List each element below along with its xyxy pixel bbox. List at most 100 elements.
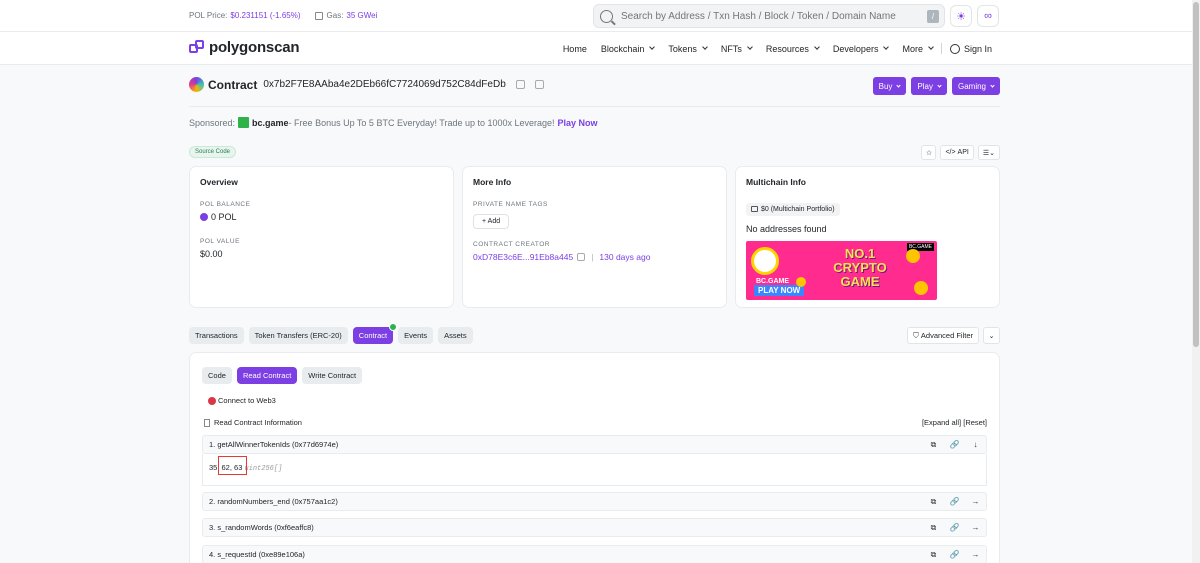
favorite-button[interactable]: ☆ (921, 145, 937, 160)
pol-value-value: $0.00 (200, 249, 223, 259)
nav-nfts[interactable]: NFTs (721, 44, 753, 54)
divider (189, 106, 1000, 107)
address-tabs: Transactions Token Transfers (ERC-20) Co… (189, 323, 478, 344)
chevron-down-icon (896, 82, 902, 88)
copy-icon[interactable] (577, 253, 586, 261)
theme-toggle-button[interactable]: ☀ (950, 5, 972, 27)
link-icon[interactable]: 🔗 (950, 440, 960, 449)
network-switch-button[interactable]: ∞ (977, 5, 999, 27)
search-box[interactable]: / (593, 4, 945, 28)
subtab-read-contract[interactable]: Read Contract (236, 367, 298, 384)
tab-transactions[interactable]: Transactions (189, 327, 244, 344)
buy-button[interactable]: Buy (872, 77, 907, 95)
read-contract-info: Read Contract Information (204, 418, 302, 427)
contract-creator-label: CONTRACT CREATOR (473, 241, 550, 248)
arrow-right-icon[interactable]: → (971, 523, 980, 532)
arrow-down-icon[interactable]: ↓ (971, 440, 980, 449)
logo[interactable]: polygonscan (189, 39, 300, 56)
sponsored-banner: Sponsored: bc.game - Free Bonus Up To 5 … (189, 117, 598, 128)
contract-creator: 0xD78E3c6E...91Eb8a445 | 130 days ago (473, 252, 716, 262)
coin-icon (796, 276, 806, 287)
coin-icon (914, 280, 928, 295)
chevron-down-icon (747, 44, 753, 50)
expand-reset-links[interactable]: [Expand all] [Reset] (922, 418, 987, 427)
creator-tx-link[interactable]: 130 days ago (599, 252, 650, 262)
play-button[interactable]: Play (911, 77, 947, 95)
copy-icon[interactable]: ⧉ (929, 523, 938, 532)
chevron-down-icon: ⌄ (989, 149, 995, 157)
copy-icon[interactable]: ⧉ (929, 497, 938, 506)
filter-more-button[interactable]: ⌄ (983, 327, 1000, 344)
highlight-box (218, 456, 247, 475)
chevron-down-icon (937, 82, 942, 88)
bc-game-icon (238, 117, 250, 128)
function-name: 2. randomNumbers_end (0x757aa1c2) (209, 497, 338, 506)
code-icon: </> (945, 149, 958, 156)
subtab-code[interactable]: Code (202, 367, 232, 384)
source-code-badge[interactable]: Source Code (189, 146, 237, 158)
link-icon[interactable]: 🔗 (950, 497, 960, 506)
qr-code-icon[interactable] (534, 80, 544, 89)
sponsored-brand[interactable]: bc.game (252, 118, 289, 128)
api-button[interactable]: </> API (940, 145, 974, 160)
function-row[interactable]: 3. s_randomWords (0xf6eaffc8) ⧉ 🔗 → (202, 518, 987, 537)
function-row[interactable]: 1. getAllWinnerTokenIds (0x77d6974e) ⧉ 🔗 ↓ (202, 435, 987, 454)
sun-icon: ☀ (956, 10, 966, 23)
pol-balance-label: POL BALANCE (200, 201, 251, 208)
multichain-portfolio-button[interactable]: $0 (Multichain Portfolio) (746, 202, 840, 216)
copy-icon[interactable]: ⧉ (929, 440, 938, 449)
gas-pump-icon (314, 11, 323, 20)
bc-game-ad-banner[interactable]: BC.GAME PLAY NOW NO.1 CRYPTO GAME BC.GAM… (746, 240, 937, 300)
nav-blockchain[interactable]: Blockchain (601, 44, 656, 54)
multichain-title: Multichain Info (746, 177, 806, 187)
document-icon (204, 418, 210, 427)
function-row[interactable]: 4. s_requestId (0xe89e106a) ⧉ 🔗 → (202, 545, 987, 563)
copy-icon[interactable] (515, 80, 525, 89)
chevron-down-icon (649, 44, 656, 50)
arrow-right-icon[interactable]: → (971, 497, 980, 506)
logo-text: polygonscan (209, 39, 300, 56)
nav-home[interactable]: Home (563, 44, 587, 54)
copy-icon[interactable]: ⧉ (929, 550, 938, 559)
pol-coin-icon (200, 213, 208, 221)
nav-resources[interactable]: Resources (766, 44, 820, 54)
contract-title: Contract 0x7b2F7E8AAba4e2DEb66fC7724069d… (189, 77, 544, 92)
tab-events[interactable]: Events (398, 327, 434, 344)
chevron-down-icon: ⌄ (988, 332, 995, 340)
contract-address: 0x7b2F7E8AAba4e2DEb66fC7724069d752C84dFe… (263, 79, 506, 90)
tab-token-transfers[interactable]: Token Transfers (ERC-20) (248, 327, 348, 344)
page-scrollbar[interactable] (1192, 0, 1200, 563)
arrow-right-icon[interactable]: → (971, 550, 980, 559)
connect-web3-button[interactable]: Connect to Web3 (208, 396, 276, 405)
tab-assets[interactable]: Assets (438, 327, 473, 344)
polygon-icon: ∞ (984, 10, 992, 22)
more-options-button[interactable]: ☰ ⌄ (977, 145, 1000, 160)
search-input[interactable] (621, 10, 911, 22)
chevron-down-icon (990, 82, 995, 88)
creator-address-link[interactable]: 0xD78E3c6E...91Eb8a445 (473, 252, 573, 262)
pol-balance-value: 0 POL (200, 212, 443, 222)
gas-value[interactable]: 35 GWei (346, 11, 377, 20)
user-icon (949, 43, 960, 54)
function-row[interactable]: 2. randomNumbers_end (0x757aa1c2) ⧉ 🔗 → (202, 492, 987, 511)
scrollbar-thumb[interactable] (1193, 2, 1199, 347)
sponsored-play-now-link[interactable]: Play Now (558, 118, 598, 128)
tab-contract[interactable]: Contract (352, 323, 398, 344)
chevron-down-icon (702, 44, 708, 50)
link-icon[interactable]: 🔗 (950, 550, 960, 559)
add-tag-button[interactable]: + Add (473, 214, 510, 229)
nav-more[interactable]: More (902, 44, 934, 54)
link-icon[interactable]: 🔗 (950, 523, 960, 532)
nav-developers[interactable]: Developers (833, 44, 890, 54)
advanced-filter-button[interactable]: ⛉ Advanced Filter (907, 327, 979, 344)
private-name-tags-label: PRIVATE NAME TAGS (473, 201, 548, 208)
price-label: POL Price: (189, 11, 228, 20)
nav-tokens[interactable]: Tokens (668, 44, 708, 54)
price-value[interactable]: $0.231151 (-1.65%) (230, 11, 300, 20)
subtab-write-contract[interactable]: Write Contract (302, 367, 363, 384)
gaming-button[interactable]: Gaming (951, 77, 1000, 95)
contract-subtabs: Code Read Contract Write Contract (202, 367, 367, 384)
sign-in-link[interactable]: Sign In (949, 43, 992, 54)
advanced-filter: ⛉ Advanced Filter ⌄ (907, 327, 1000, 344)
polygon-logo-icon (189, 39, 205, 56)
